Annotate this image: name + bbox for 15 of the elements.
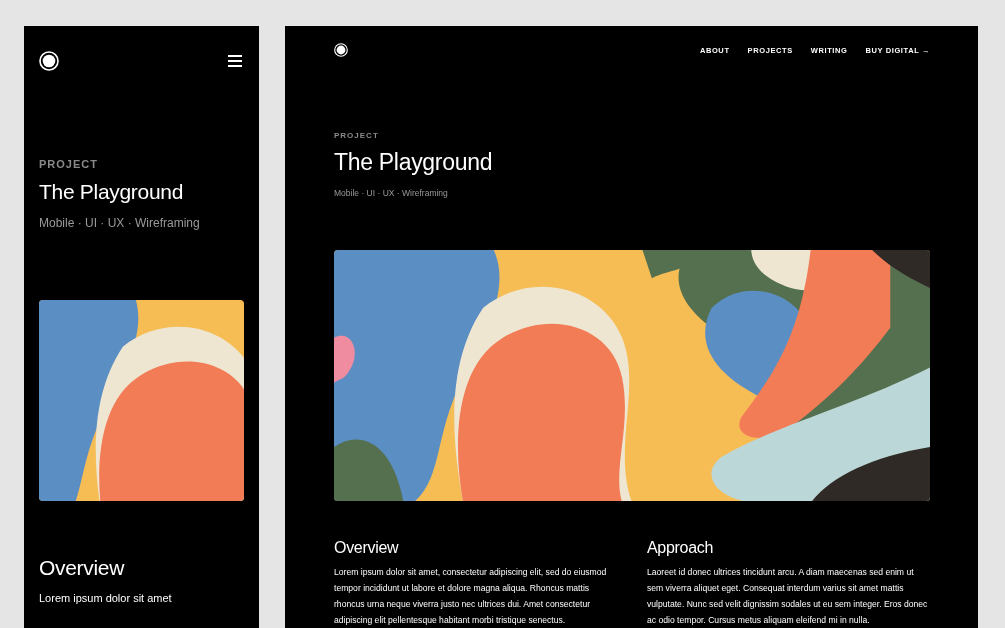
- body-text: Lorem ipsum dolor sit amet, consectetur adipiscing elit, sed do eiusmod tempor incididunt ut labore et dolore magna aliqua. Rhoncus mattis rhoncus urna neque viverra justo nec ultrices dui. Amet consectetur adipiscing elit pellentesque habitant morbi tristique senectus.: [334, 566, 608, 627]
- project-tags: Mobile · UI · UX · Wireframing: [39, 216, 244, 230]
- logo-icon[interactable]: [39, 51, 59, 71]
- logo-icon[interactable]: [334, 43, 348, 57]
- body-text: Laoreet id donec ultrices tincidunt arcu. A diam maecenas sed enim ut sem viverra aliquet eget. Consequat interdum varius sit amet mattis vulputate. Nunc sed velit dignissim sodales ut eu sem integer. Eros donec ac odio tempor. Cursus metus aliquam eleifend mi in nulla.: [647, 566, 929, 627]
- section-heading: Overview: [334, 539, 400, 557]
- section-heading: Overview: [39, 556, 126, 580]
- project-title: The Playground: [39, 180, 185, 204]
- project-tags: Mobile · UI · UX · Wireframing: [334, 188, 930, 198]
- section-heading: Approach: [647, 539, 715, 557]
- project-title: The Playground: [334, 149, 494, 176]
- section-label: PROJECT: [39, 158, 99, 170]
- body-text: Lorem ipsum dolor sit amet: [39, 592, 173, 604]
- menu-icon[interactable]: [228, 55, 242, 67]
- section-label: PROJECT: [334, 131, 380, 140]
